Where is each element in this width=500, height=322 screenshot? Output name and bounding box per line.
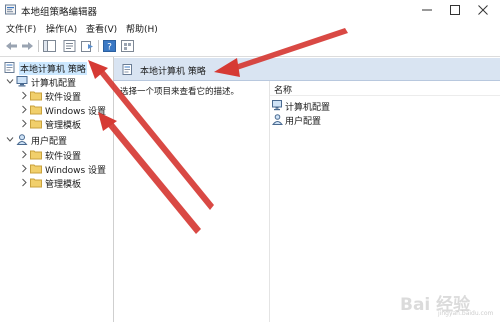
tree-node-windows-settings[interactable]: Windows 设置 (20, 103, 112, 117)
export-icon (81, 41, 93, 52)
toolbar-separator (38, 40, 39, 52)
menu-file[interactable]: 文件(F) (6, 22, 36, 35)
policy-icon (122, 64, 133, 78)
filter-icon (121, 40, 134, 52)
tree-node-local-computer-policy[interactable]: 本地计算机 策略 (4, 61, 112, 75)
details-header-title: 本地计算机 策略 (140, 67, 206, 77)
description-text: 选择一个项目来查看它的描述。 (120, 87, 240, 97)
folder-icon (30, 149, 42, 160)
menu-bar: 文件(F) 操作(A) 查看(V) 帮助(H) (0, 20, 500, 36)
menu-view[interactable]: 查看(V) (86, 22, 117, 35)
expand-chevron-icon[interactable] (20, 178, 28, 187)
collapse-chevron-icon[interactable] (6, 135, 14, 144)
tree-node-user-software-settings[interactable]: 软件设置 (20, 148, 112, 162)
column-header-line (270, 95, 500, 96)
gpedit-window: 本地组策略编辑器 文件(F) 操作(A) 查看(V) 帮助(H) ? 本地计算机… (0, 0, 500, 322)
toolbar-separator (98, 40, 99, 52)
export-list-button[interactable] (80, 39, 95, 53)
expand-chevron-icon[interactable] (20, 105, 28, 114)
svg-text:?: ? (107, 43, 112, 53)
show-hide-tree-button[interactable] (42, 39, 57, 53)
details-pane: 本地计算机 策略 选择一个项目来查看它的描述。 名称 计算机配置 用户配置 (114, 57, 500, 322)
folder-icon (30, 104, 42, 115)
console-tree: 本地计算机 策略 计算机配置 软件设置 Windows 设置 管理模板 用户配置… (0, 57, 114, 322)
user-icon (16, 134, 28, 145)
console-tree-icon (43, 40, 56, 52)
collapse-chevron-icon[interactable] (6, 77, 14, 86)
window-title: 本地组策略编辑器 (21, 7, 98, 18)
toolbar: ? (0, 37, 500, 57)
expand-chevron-icon[interactable] (20, 119, 28, 128)
pane-divider (269, 81, 270, 322)
folder-icon (30, 118, 42, 129)
menu-action[interactable]: 操作(A) (46, 22, 77, 35)
expand-chevron-icon[interactable] (20, 164, 28, 173)
close-icon (478, 5, 488, 15)
list-item-user-config[interactable]: 用户配置 (271, 113, 362, 128)
list-item-computer-config[interactable]: 计算机配置 (272, 99, 362, 114)
minimize-icon (422, 9, 432, 11)
policy-icon (4, 62, 16, 73)
computer-icon (16, 76, 28, 87)
minimize-button[interactable] (413, 0, 441, 20)
tree-node-software-settings[interactable]: 软件设置 (20, 89, 112, 103)
tree-node-admin-templates[interactable]: 管理模板 (20, 117, 112, 131)
properties-button[interactable] (62, 39, 77, 53)
forward-button[interactable] (20, 39, 35, 53)
computer-settings-icon (272, 100, 283, 114)
details-header: 本地计算机 策略 (114, 58, 500, 81)
help-icon: ? (103, 40, 116, 53)
tree-node-user-windows-settings[interactable]: Windows 设置 (20, 162, 112, 176)
user-settings-icon (271, 114, 284, 128)
title-bar: 本地组策略编辑器 (0, 0, 500, 20)
back-arrow-icon (6, 42, 17, 50)
tree-node-user-config[interactable]: 用户配置 (6, 133, 112, 147)
baidu-watermark: Bai 经验 jingyan.baidu.com (400, 295, 494, 317)
folder-icon (30, 163, 42, 174)
maximize-button[interactable] (441, 0, 469, 20)
back-button[interactable] (4, 39, 19, 53)
policy-editor-icon (5, 4, 16, 15)
expand-chevron-icon[interactable] (20, 150, 28, 159)
folder-icon (30, 90, 42, 101)
maximize-icon (450, 5, 460, 15)
tree-node-user-admin-templates[interactable]: 管理模板 (20, 176, 112, 190)
filter-options-button[interactable] (120, 39, 135, 53)
expand-chevron-icon[interactable] (20, 91, 28, 100)
folder-icon (30, 177, 42, 188)
tree-node-computer-config[interactable]: 计算机配置 (6, 75, 112, 89)
menu-help[interactable]: 帮助(H) (126, 22, 158, 35)
close-button[interactable] (469, 0, 497, 20)
help-button[interactable]: ? (102, 39, 117, 53)
forward-arrow-icon (22, 42, 33, 50)
properties-icon (63, 40, 76, 52)
